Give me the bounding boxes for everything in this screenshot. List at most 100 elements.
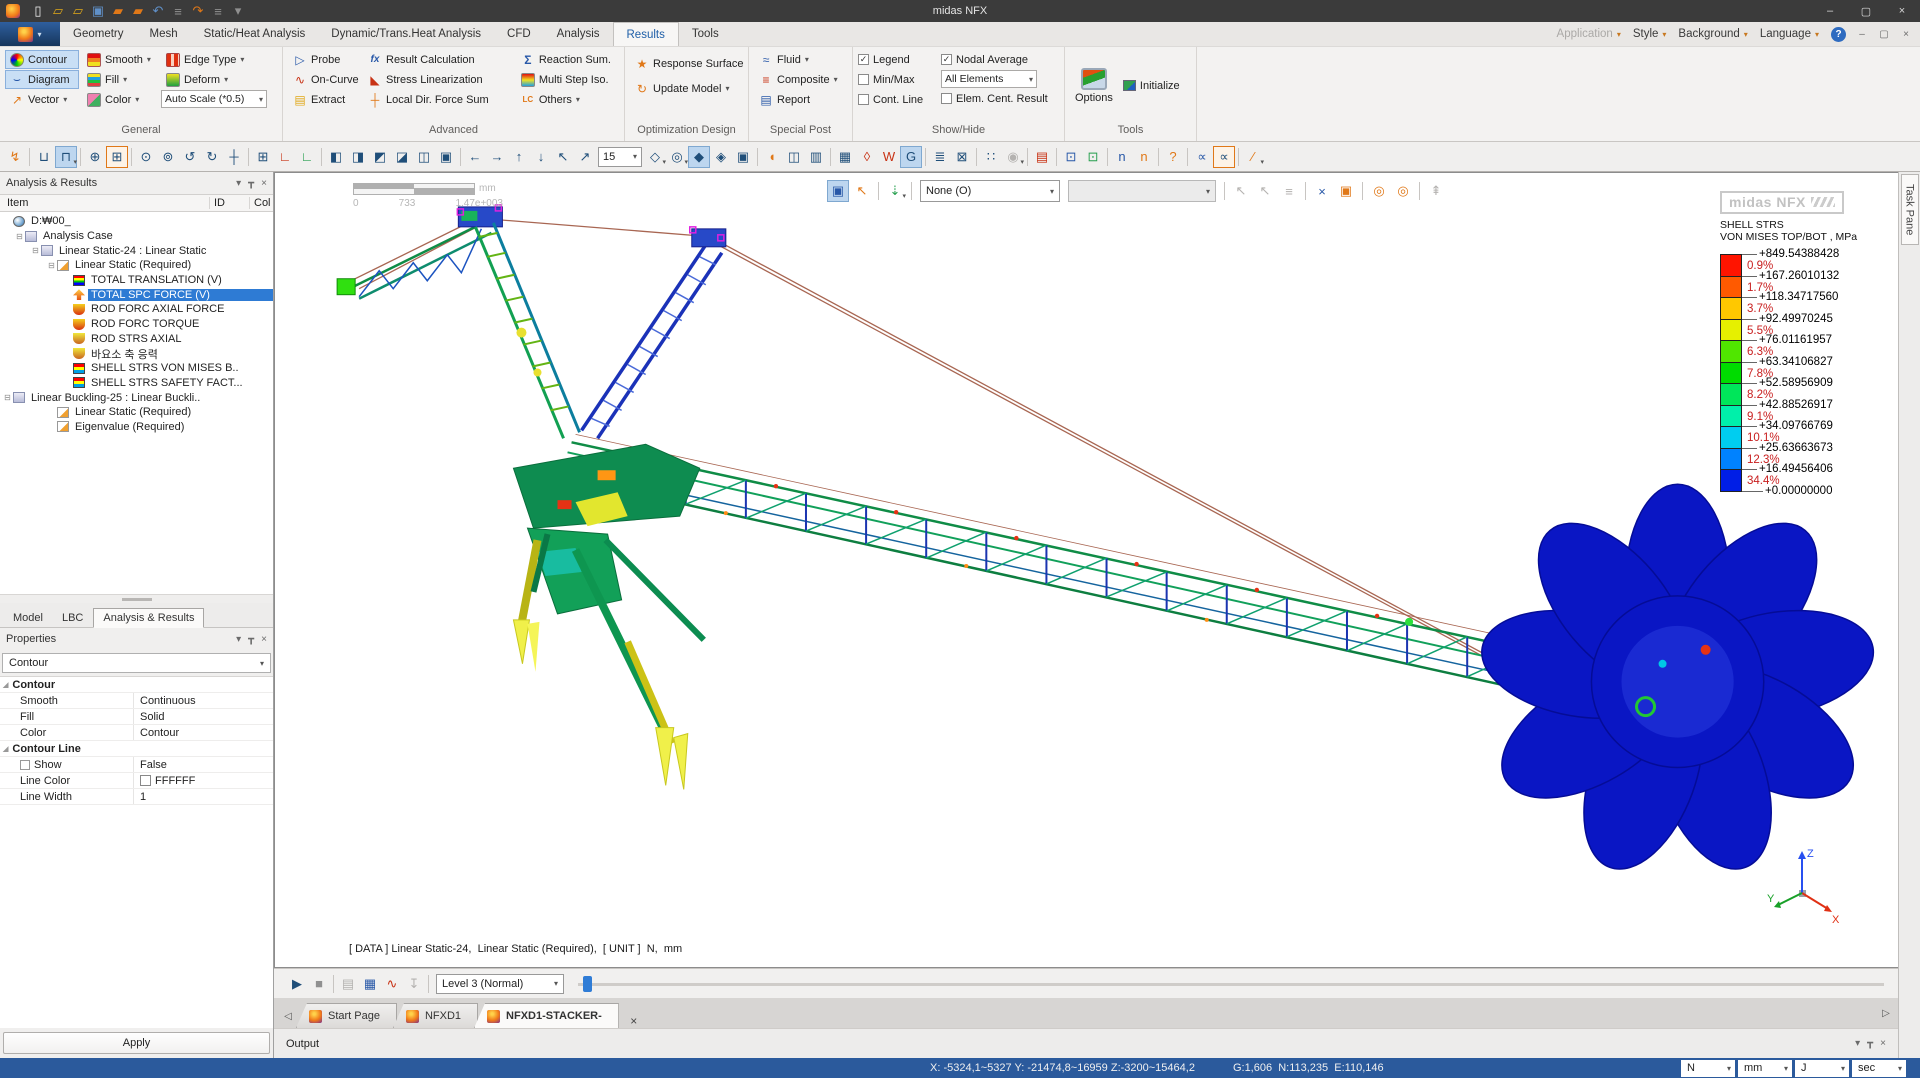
wcs-axis-icon[interactable]: ∟: [296, 146, 318, 168]
split-view-icon[interactable]: ⊞: [252, 146, 274, 168]
rotate-cw-icon[interactable]: ↻: [201, 146, 223, 168]
color-button[interactable]: Color▾: [82, 90, 158, 109]
on-curve-button[interactable]: ∿On-Curve: [288, 70, 360, 89]
tab-scroll-left-icon[interactable]: ◁: [280, 1004, 296, 1028]
menu-language[interactable]: Language▾: [1754, 28, 1825, 40]
rotate-ccw-icon[interactable]: ↺: [179, 146, 201, 168]
tab-scroll-right-icon[interactable]: ▷: [1878, 1001, 1894, 1025]
record-animation-icon[interactable]: ▦: [359, 973, 381, 995]
local-dir-force-sum-button[interactable]: ┼Local Dir. Force Sum: [363, 90, 513, 109]
menu-style[interactable]: Style▾: [1627, 28, 1673, 40]
node-number-icon[interactable]: n: [1111, 146, 1133, 168]
panel-splitter[interactable]: [0, 594, 273, 603]
help-icon[interactable]: ?: [1831, 27, 1846, 42]
save-animation-icon[interactable]: ▤: [337, 973, 359, 995]
tree-item[interactable]: ⊟ Linear Static-24 : Linear Static: [0, 243, 273, 258]
tree-item[interactable]: TOTAL TRANSLATION (V): [0, 273, 273, 288]
view-back-icon[interactable]: ▣: [435, 146, 457, 168]
element-coord-icon[interactable]: ⊡: [1060, 146, 1082, 168]
view-front-icon[interactable]: ◫: [413, 146, 435, 168]
id-pick-icon[interactable]: ⇞: [1425, 180, 1447, 202]
pick-list-icon[interactable]: ≡: [1278, 180, 1300, 202]
tree-expander-icon[interactable]: ⊟: [30, 246, 41, 255]
duplicate-window-icon[interactable]: ▰: [128, 1, 148, 21]
circle-deselect-icon[interactable]: ◎: [1392, 180, 1414, 202]
quick-access-customize-icon[interactable]: ▾: [228, 1, 248, 21]
shaded-edge-icon[interactable]: ◈: [710, 146, 732, 168]
property-row[interactable]: ◢Contour Line: [0, 741, 273, 757]
rotate-iso-left-icon[interactable]: ↖: [552, 146, 574, 168]
rotate-up-icon[interactable]: ↑: [508, 146, 530, 168]
contour-button[interactable]: Contour: [5, 50, 79, 69]
tree-expander-icon[interactable]: ⊟: [2, 393, 13, 402]
close-icon[interactable]: ×: [261, 178, 267, 189]
minmax-checkbox[interactable]: [858, 74, 869, 85]
energy-unit-combo[interactable]: J▾: [1795, 1060, 1849, 1077]
open-append-icon[interactable]: ▱: [68, 1, 88, 21]
tree-item[interactable]: 바요소 축 응력: [0, 346, 273, 361]
apply-button[interactable]: Apply: [3, 1032, 270, 1054]
tree-item[interactable]: ⊟ Linear Buckling-25 : Linear Buckli..: [0, 390, 273, 405]
rotate-iso-right-icon[interactable]: ↗: [574, 146, 596, 168]
unlock-icon[interactable]: ⊔: [33, 146, 55, 168]
zoom-icon[interactable]: ⊙: [135, 146, 157, 168]
lock-icon[interactable]: ⊓▾: [55, 146, 77, 168]
panel-tab-analysis-results[interactable]: Analysis & Results: [93, 608, 204, 628]
column-col[interactable]: Col: [249, 197, 273, 209]
elem-cent-result-checkbox[interactable]: [941, 93, 952, 104]
clip-band-icon[interactable]: ◫: [783, 146, 805, 168]
minimize-button[interactable]: –: [1812, 0, 1848, 22]
polygon-pick-icon[interactable]: ↖: [1254, 180, 1276, 202]
doc-tab-nfxd1-stacker[interactable]: NFXD1-STACKER-: [474, 1003, 619, 1028]
close-icon[interactable]: ×: [1880, 1038, 1886, 1049]
deformed-shape-icon[interactable]: ⇣▾: [884, 180, 906, 202]
panel-tab-model[interactable]: Model: [4, 609, 52, 627]
tab-analysis[interactable]: Analysis: [544, 22, 613, 46]
menu-application[interactable]: Application▾: [1551, 28, 1627, 40]
animation-level-combo[interactable]: Level 3 (Normal)▾: [436, 974, 564, 994]
cont-line-checkbox[interactable]: [858, 94, 869, 105]
tree-item[interactable]: D:₩00_: [0, 214, 273, 229]
probe-button[interactable]: ▷Probe: [288, 50, 360, 69]
pan-icon[interactable]: ┼: [223, 146, 245, 168]
close-button[interactable]: ×: [1884, 0, 1920, 22]
fill-button[interactable]: Fill▾: [82, 70, 158, 89]
clip-box-icon[interactable]: ▥: [805, 146, 827, 168]
workplane-icon[interactable]: ◊: [856, 146, 878, 168]
extract-button[interactable]: ▤Extract: [288, 90, 360, 109]
clip-plane-icon[interactable]: ◖: [761, 146, 783, 168]
tree-item[interactable]: ROD STRS AXIAL: [0, 332, 273, 347]
probe-grid-icon[interactable]: ⊠: [951, 146, 973, 168]
tab-dynamic-heat[interactable]: Dynamic/Trans.Heat Analysis: [318, 22, 494, 46]
property-row[interactable]: ◢Contour: [0, 677, 273, 693]
new-window-icon[interactable]: ▰: [108, 1, 128, 21]
tab-results[interactable]: Results: [613, 22, 679, 46]
task-pane-tab[interactable]: Task Pane: [1901, 174, 1919, 245]
crossing-select-icon[interactable]: ×: [1311, 180, 1333, 202]
panel-menu-icon[interactable]: ▾: [236, 178, 241, 189]
tab-tools[interactable]: Tools: [679, 22, 732, 46]
options-button[interactable]: Options: [1075, 68, 1113, 104]
element-edit-icon[interactable]: ⊡: [1082, 146, 1104, 168]
shaded-icon[interactable]: ◆: [688, 146, 710, 168]
model-viewport[interactable]: mm 0 733 1.47e+003 ▣: [274, 172, 1898, 968]
play-animation-icon[interactable]: ▶: [286, 973, 308, 995]
measure-icon[interactable]: ∕▾: [1242, 146, 1264, 168]
edge-type-button[interactable]: Edge Type▾: [161, 50, 267, 69]
undo-icon[interactable]: ↶: [148, 1, 168, 21]
result-calculation-button[interactable]: fxResult Calculation: [363, 50, 513, 69]
tree-item[interactable]: Linear Static (Required): [0, 405, 273, 420]
stop-animation-icon[interactable]: ■: [308, 973, 330, 995]
rotate-right-icon[interactable]: →: [486, 146, 508, 168]
slider-thumb[interactable]: [583, 976, 592, 992]
update-model-button[interactable]: ↻Update Model▾: [630, 79, 749, 98]
panel-menu-icon[interactable]: ▾: [236, 634, 241, 645]
panel-menu-icon[interactable]: ▾: [1855, 1038, 1860, 1049]
graph-icon[interactable]: ∝: [1191, 146, 1213, 168]
fluid-button[interactable]: ≈Fluid▾: [754, 50, 843, 69]
view-top-icon[interactable]: ◩: [369, 146, 391, 168]
multi-step-iso-button[interactable]: Multi Step Iso.: [516, 70, 616, 89]
polyline-pick-icon[interactable]: ↖: [1230, 180, 1252, 202]
menu-background[interactable]: Background▾: [1672, 28, 1753, 40]
doc-tab-start-page[interactable]: Start Page: [296, 1003, 397, 1028]
